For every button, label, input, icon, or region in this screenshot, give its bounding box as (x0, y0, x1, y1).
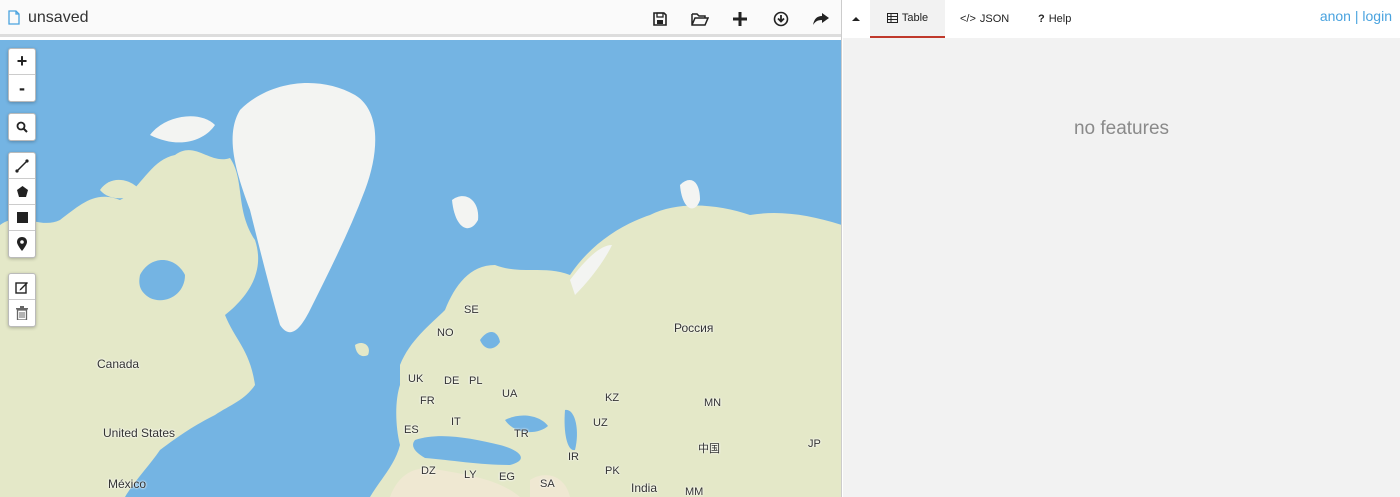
document-title[interactable]: unsaved (28, 9, 89, 27)
label-pl: PL (469, 375, 483, 387)
zoom-in-button[interactable]: + (9, 49, 35, 75)
label-fr: FR (420, 395, 435, 407)
line-icon (15, 158, 29, 173)
label-uk: UK (408, 373, 424, 385)
label-no: NO (437, 327, 454, 339)
map-canvas[interactable]: Canada United States México SE NO UK DE … (0, 40, 841, 497)
tab-help[interactable]: ? Help (1038, 0, 1071, 38)
label-mexico: México (108, 477, 147, 491)
label-ir: IR (568, 451, 579, 463)
open-folder-icon (691, 13, 709, 26)
new-button[interactable] (728, 8, 752, 30)
delete-layers-button[interactable] (9, 300, 35, 326)
edit-toolbar (8, 273, 36, 327)
search-control (8, 113, 36, 141)
search-button[interactable] (9, 114, 35, 140)
label-ua: UA (502, 388, 518, 400)
app: unsaved Canada United States México SE N… (0, 0, 1400, 497)
draw-rectangle-button[interactable] (9, 205, 35, 231)
rectangle-icon (16, 212, 28, 223)
plus-icon (733, 12, 747, 26)
map-toolbar: unsaved (0, 0, 841, 37)
download-button[interactable] (769, 8, 793, 30)
document-icon (8, 10, 20, 25)
label-india: India (631, 481, 658, 495)
table-icon (886, 13, 898, 23)
marker-icon (17, 237, 27, 251)
label-pk: PK (605, 465, 620, 477)
draw-polygon-button[interactable] (9, 179, 35, 205)
label-de: DE (444, 375, 460, 387)
download-icon (773, 11, 789, 27)
edit-icon (15, 281, 28, 294)
anon-link[interactable]: anon (1320, 8, 1351, 24)
label-dz: DZ (421, 465, 436, 477)
label-tr: TR (514, 428, 529, 440)
data-pane: Table </> JSON ? Help anon | login no fe… (843, 0, 1400, 497)
label-jp: JP (808, 438, 821, 450)
label-sa: SA (540, 478, 555, 490)
save-button[interactable] (648, 8, 672, 30)
search-icon (16, 121, 28, 133)
label-russia: Россия (674, 321, 714, 335)
tabs-bar: Table </> JSON ? Help anon | login (843, 0, 1400, 38)
label-canada: Canada (97, 357, 140, 371)
label-it: IT (451, 416, 461, 428)
user-links-separator: | (1354, 8, 1359, 24)
map-pane: unsaved Canada United States México SE N… (0, 0, 842, 497)
open-button[interactable] (688, 8, 712, 30)
tab-table-label: Table (901, 12, 929, 24)
label-china: 中国 (698, 443, 720, 455)
label-mn: MN (704, 397, 722, 409)
label-eg: EG (499, 471, 515, 483)
draw-line-button[interactable] (9, 153, 35, 179)
save-icon (653, 12, 667, 26)
share-button[interactable] (809, 8, 833, 30)
question-icon: ? (1038, 13, 1045, 25)
label-uz: UZ (593, 417, 608, 429)
user-links: anon | login (1320, 8, 1392, 24)
tab-table[interactable]: Table (870, 0, 945, 38)
edit-layers-button[interactable] (9, 274, 35, 300)
label-se: SE (464, 304, 479, 316)
label-mm: MM (685, 486, 704, 497)
zoom-out-button[interactable]: - (9, 75, 35, 101)
draw-marker-button[interactable] (9, 231, 35, 257)
label-ly: LY (464, 469, 477, 481)
share-icon (813, 13, 829, 25)
collapse-caret-icon[interactable] (851, 14, 861, 24)
tab-json-label: JSON (979, 13, 1010, 25)
empty-table-message: no features (1073, 118, 1170, 139)
code-icon: </> (960, 13, 976, 25)
label-es: ES (404, 424, 419, 436)
tab-help-label: Help (1048, 13, 1072, 25)
label-united-states: United States (103, 426, 176, 440)
tab-json[interactable]: </> JSON (960, 0, 1009, 38)
login-link[interactable]: login (1362, 8, 1392, 24)
trash-icon (16, 306, 28, 320)
polygon-icon (16, 186, 28, 197)
zoom-control: + - (8, 48, 36, 102)
label-kz: KZ (605, 392, 620, 404)
draw-toolbar (8, 152, 36, 258)
